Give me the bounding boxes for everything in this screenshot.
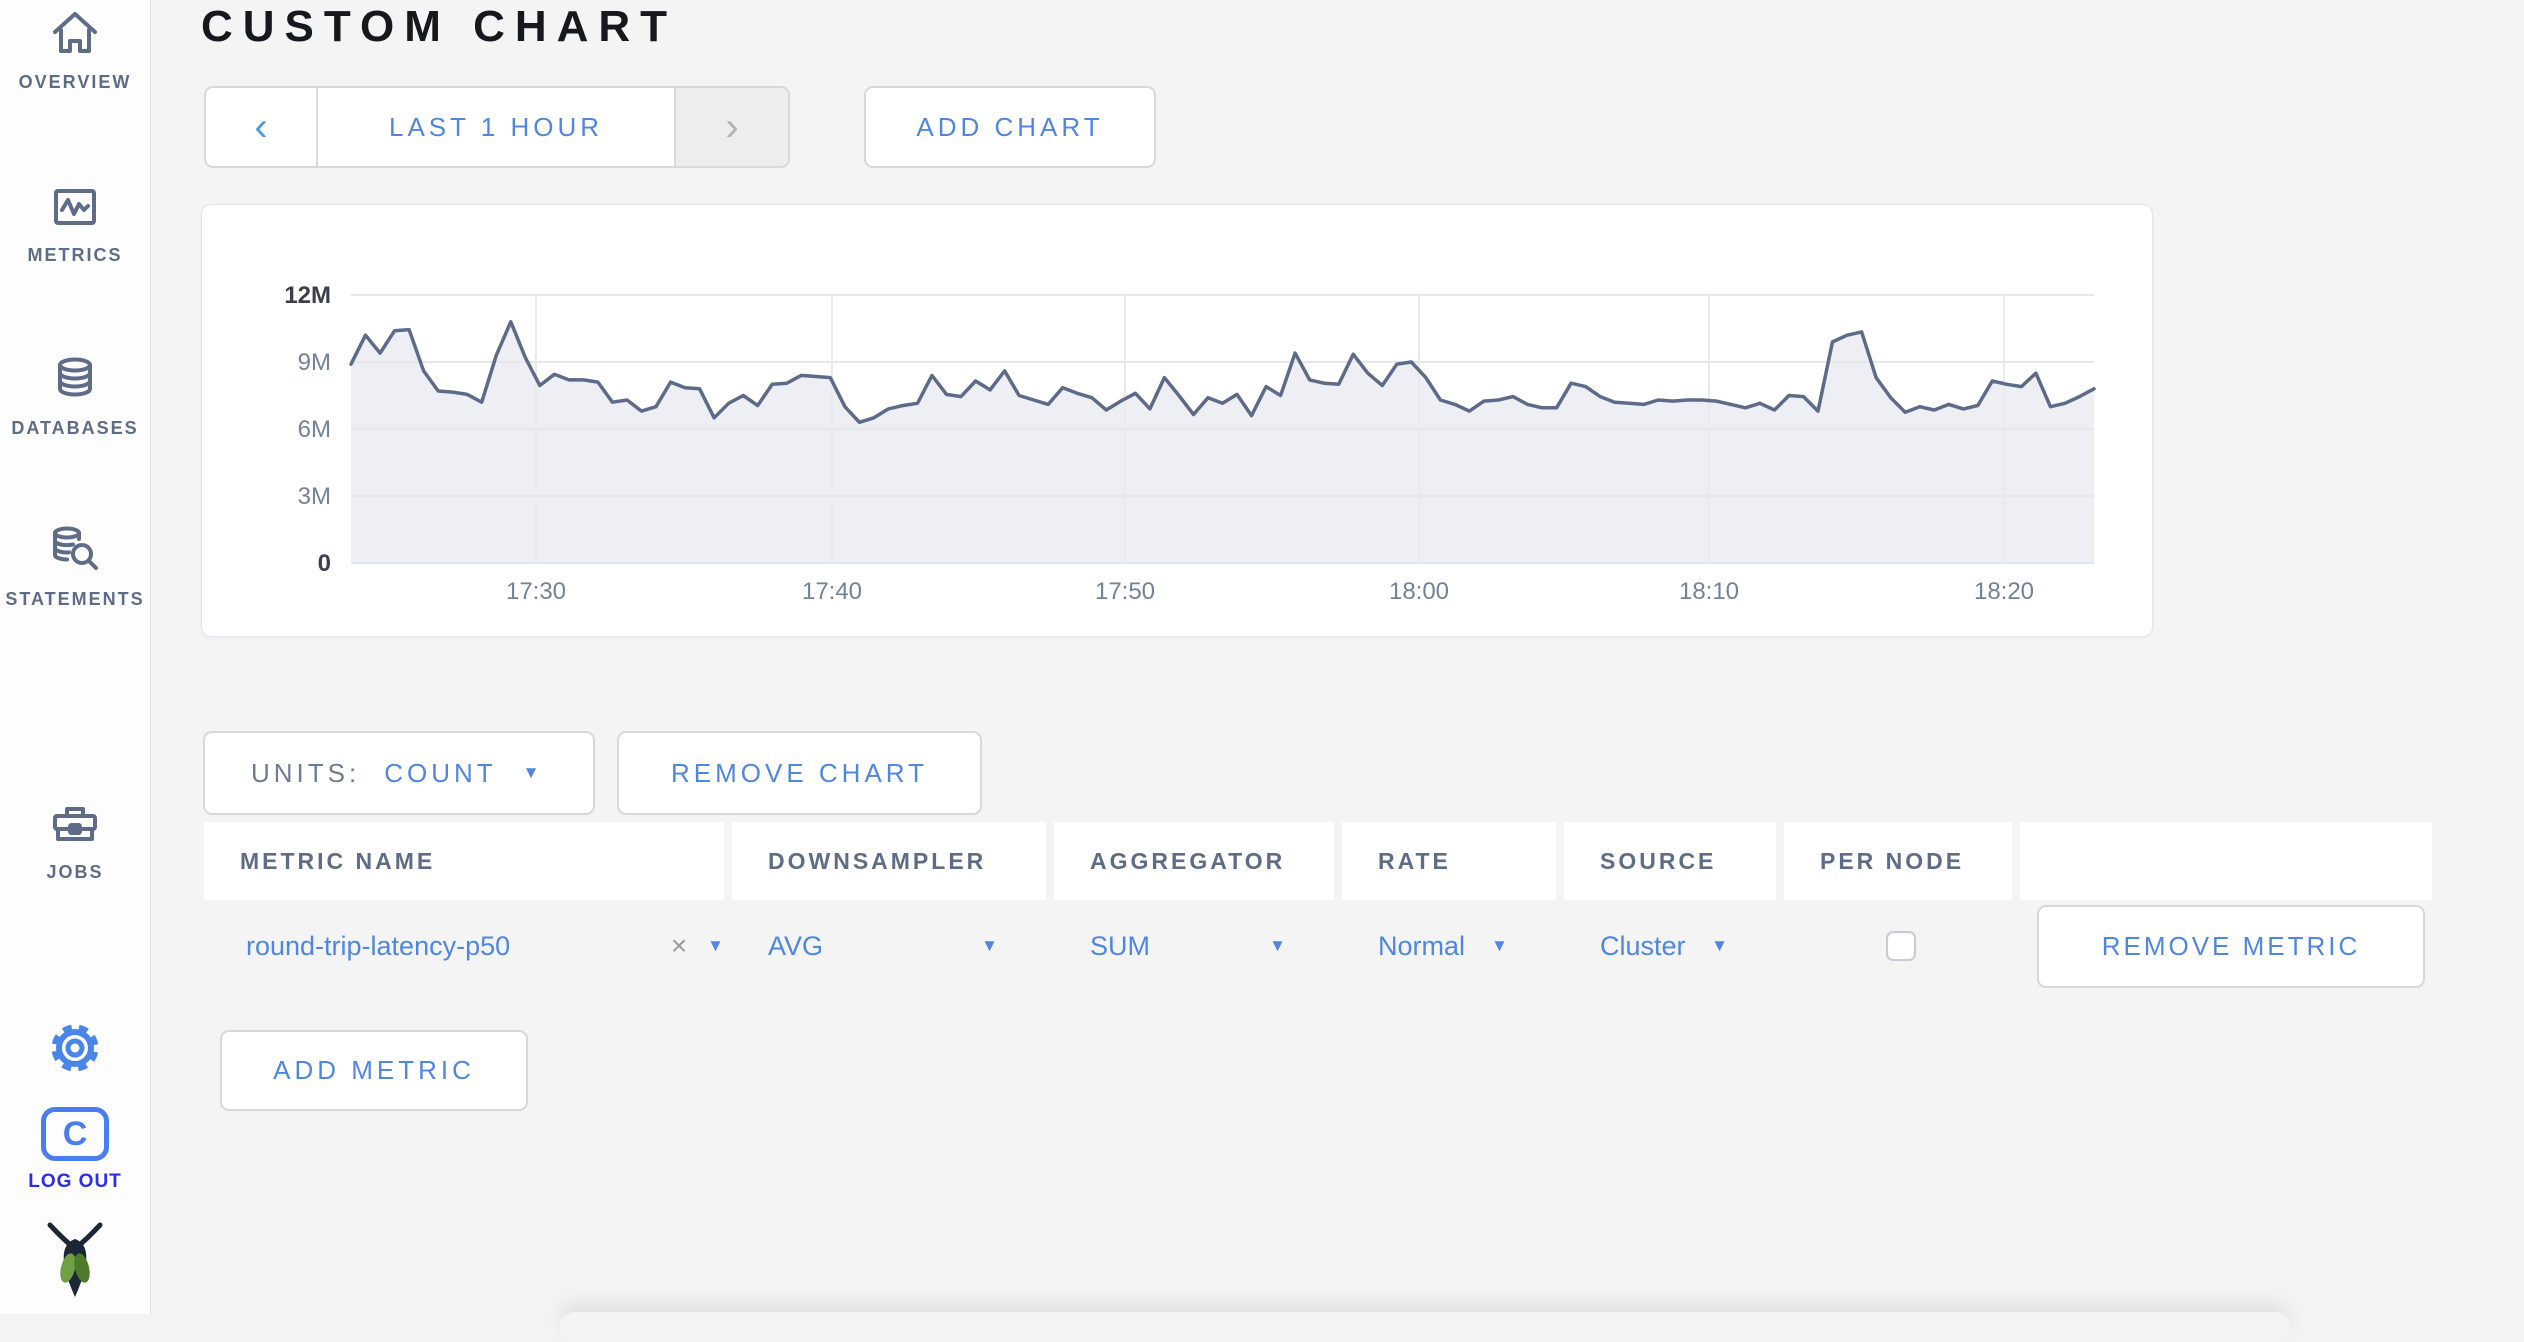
rate-dropdown[interactable]: Normal ▼ <box>1342 900 1556 992</box>
metric-name-value[interactable]: round-trip-latency-p50 <box>246 931 510 962</box>
metric-table-header: METRIC NAME DOWNSAMPLER AGGREGATOR RATE … <box>204 822 2432 900</box>
settings-gear-icon[interactable] <box>47 1020 103 1081</box>
column-header-per-node: PER NODE <box>1784 822 2012 900</box>
sidebar-item-label: DATABASES <box>11 418 139 438</box>
units-value: COUNT <box>384 757 497 788</box>
cockroach-c-icon[interactable]: C <box>41 1107 109 1161</box>
chart-card: 0 3M 6M 9M 12M 17:30 17:40 17:50 18:00 18:10 18:20 <box>201 204 2153 637</box>
sidebar-item-metrics[interactable]: METRICS <box>0 181 150 266</box>
svg-text:18:00: 18:00 <box>1389 578 1449 605</box>
svg-text:12M: 12M <box>284 282 331 309</box>
sidebar-item-statements[interactable]: STATEMENTS <box>0 525 150 610</box>
per-node-checkbox[interactable] <box>1886 931 1916 961</box>
chevron-down-icon: ▼ <box>1711 936 1728 955</box>
chevron-down-icon: ▼ <box>1491 936 1508 955</box>
column-header-downsampler: DOWNSAMPLER <box>732 822 1046 900</box>
sidebar-item-jobs[interactable]: JOBS <box>0 798 150 883</box>
cockroach-bug-logo <box>47 1221 103 1304</box>
statements-icon <box>50 525 100 575</box>
logout-control[interactable]: C LOG OUT <box>28 1107 122 1193</box>
svg-text:18:10: 18:10 <box>1679 578 1739 605</box>
sidebar: OVERVIEW METRICS DATABASES STATEMENTS JO… <box>0 0 151 1314</box>
source-dropdown[interactable]: Cluster ▼ <box>1564 900 1776 992</box>
logout-label: LOG OUT <box>28 1171 122 1192</box>
time-range-next-button[interactable]: › <box>674 88 788 166</box>
aggregator-dropdown[interactable]: SUM ▼ <box>1054 900 1334 992</box>
sidebar-item-overview[interactable]: OVERVIEW <box>0 8 150 93</box>
units-dropdown[interactable]: UNITS: COUNT ▼ <box>203 731 595 815</box>
chevron-left-icon: ‹ <box>254 104 268 149</box>
svg-text:9M: 9M <box>298 349 331 376</box>
svg-text:6M: 6M <box>298 416 331 443</box>
custom-chart-plot[interactable]: 0 3M 6M 9M 12M 17:30 17:40 17:50 18:00 18:10 18:20 <box>202 205 2152 636</box>
home-icon <box>51 8 99 58</box>
remove-metric-button[interactable]: REMOVE METRIC <box>2037 905 2425 988</box>
clear-metric-icon[interactable]: × <box>671 930 687 962</box>
sidebar-item-databases[interactable]: DATABASES <box>0 354 150 439</box>
svg-text:18:20: 18:20 <box>1974 578 2034 605</box>
downsampler-dropdown[interactable]: AVG ▼ <box>732 900 1046 992</box>
column-header-metric-name: METRIC NAME <box>204 822 724 900</box>
bottom-shadow <box>560 1312 2290 1342</box>
units-label: UNITS: <box>251 757 361 788</box>
chevron-right-icon: › <box>725 104 739 149</box>
chevron-down-icon: ▼ <box>981 936 998 955</box>
chevron-down-icon: ▼ <box>522 763 544 782</box>
remove-chart-button[interactable]: REMOVE CHART <box>617 731 982 815</box>
chevron-down-icon[interactable]: ▼ <box>707 936 724 956</box>
add-chart-button[interactable]: ADD CHART <box>864 86 1156 168</box>
svg-text:17:40: 17:40 <box>802 578 862 605</box>
sidebar-item-label: OVERVIEW <box>18 72 132 92</box>
column-header-rate: RATE <box>1342 822 1556 900</box>
svg-text:17:30: 17:30 <box>506 578 566 605</box>
sidebar-item-label: STATEMENTS <box>5 589 145 609</box>
database-icon <box>51 354 99 404</box>
sidebar-item-label: JOBS <box>46 862 104 882</box>
column-header-actions <box>2020 822 2432 900</box>
metrics-icon <box>51 181 99 231</box>
chevron-down-icon: ▼ <box>1269 936 1286 955</box>
column-header-aggregator: AGGREGATOR <box>1054 822 1334 900</box>
svg-text:0: 0 <box>318 550 331 577</box>
time-range-selector: ‹ LAST 1 HOUR › <box>204 86 790 168</box>
time-range-dropdown[interactable]: LAST 1 HOUR <box>318 88 674 166</box>
page-title: CUSTOM CHART <box>201 2 678 51</box>
svg-text:3M: 3M <box>298 483 331 510</box>
column-header-source: SOURCE <box>1564 822 1776 900</box>
add-metric-button[interactable]: ADD METRIC <box>220 1030 528 1111</box>
svg-text:17:50: 17:50 <box>1095 578 1155 605</box>
jobs-icon <box>50 798 100 848</box>
time-range-prev-button[interactable]: ‹ <box>206 88 318 166</box>
sidebar-item-label: METRICS <box>27 245 123 265</box>
